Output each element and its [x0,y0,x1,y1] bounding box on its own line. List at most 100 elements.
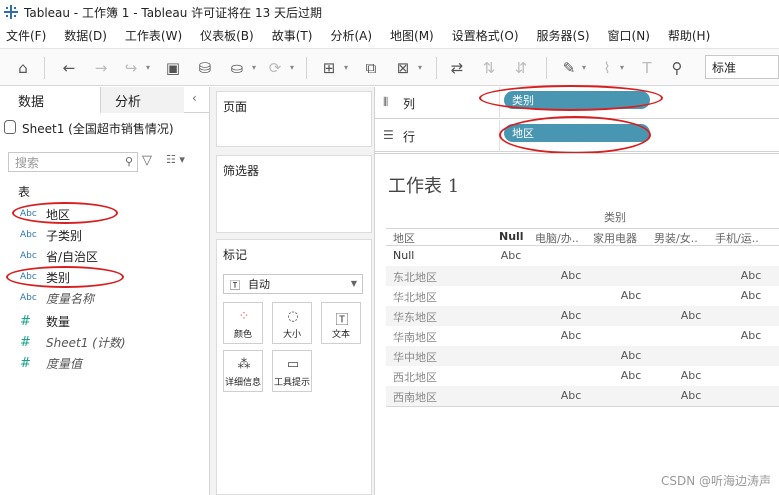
table-cell: Abc [740,289,762,302]
filters-title: 筛选器 [223,164,260,178]
table-row[interactable]: 华东地区 Abc Abc [386,306,779,326]
row-label: Null [393,249,415,262]
datasource[interactable]: Sheet1 (全国超市销售情况) [4,120,174,137]
table-row[interactable]: 西北地区 Abc Abc [386,366,779,386]
clear-sheet-icon[interactable]: ⊠ [392,57,414,79]
pin-icon[interactable]: ⚲ [666,57,688,79]
rows-shelf[interactable]: ☰ 行 地区 [375,116,779,154]
menu-worksheet[interactable]: 工作表(W) [125,27,182,44]
sort-ascending-icon[interactable]: ⇅ [478,57,500,79]
field-sheet-count[interactable]: # Sheet1 (计数) [20,333,126,351]
duplicate-icon[interactable]: ⧉ [360,57,382,79]
size-label: 大小 [282,330,301,340]
label-icon[interactable]: T [636,57,658,79]
field-subcategory[interactable]: Abc 子类别 [20,226,82,244]
detail-button[interactable]: ⁂ 详细信息 [223,350,263,392]
tooltip-button[interactable]: ▭ 工具提示 [272,350,312,392]
table-row[interactable]: 华南地区 Abc Abc [386,326,779,346]
worksheet-view: 工作表 1 类别 地区 Null 电脑/办.. 家用电器 男装/女.. 手机/运… [375,153,779,495]
watermark: CSDN @听海边涛声 [660,474,771,488]
tab-data[interactable]: 数据 [0,87,100,113]
list-view-icon[interactable]: ☷ ▾ [166,153,185,166]
tooltip-label: 工具提示 [273,378,310,388]
save-icon[interactable]: ▣ [162,57,184,79]
pause-updates-icon[interactable]: ⛀ [226,57,248,79]
columns-icon: ⦀ [383,95,389,109]
menu-format[interactable]: 设置格式(O) [452,27,519,44]
color-label: 颜色 [233,330,252,340]
table-row[interactable]: 东北地区 Abc Abc [386,266,779,286]
refresh-icon[interactable]: ⟳ [264,57,286,79]
text-button[interactable]: 🅃 文本 [321,302,361,344]
rows-label: 行 [403,130,416,144]
detail-label: 详细信息 [224,378,261,388]
home-icon[interactable]: ⌂ [12,57,34,79]
search-input[interactable]: 搜索 ⚲ [8,152,138,172]
color-button[interactable]: ⁘ 颜色 [223,302,263,344]
menu-file[interactable]: 文件(F) [6,27,46,44]
shelves-pane: 页面 筛选器 标记 🅃 自动 ▼ ⁘ 颜色 ◌ 大小 🅃 文本 ⁂ 详细信息 ▭… [210,87,375,495]
database-icon [4,120,16,134]
field-label: 省/自治区 [46,249,99,264]
forward-icon[interactable]: → [90,57,112,79]
menu-help[interactable]: 帮助(H) [668,27,710,44]
annotation-circle [12,202,118,224]
field-measure-values[interactable]: # 度量值 [20,354,82,372]
column-header: Null [499,230,524,243]
row-label: 华南地区 [393,331,437,344]
menu-dashboard[interactable]: 仪表板(B) [200,27,254,44]
tableau-logo-icon [4,5,18,19]
row-label: 西北地区 [393,371,437,384]
menu-window[interactable]: 窗口(N) [608,27,650,44]
rows-icon: ☰ [383,128,394,142]
search-icon: ⚲ [124,155,133,168]
menu-server[interactable]: 服务器(S) [537,27,590,44]
menu-bar: 文件(F) 数据(D) 工作表(W) 仪表板(B) 故事(T) 分析(A) 地图… [0,24,779,46]
annotation-circle [479,85,663,111]
size-button[interactable]: ◌ 大小 [272,302,312,344]
window-title: Tableau - 工作簿 1 - Tableau 许可证将在 13 天后过期 [24,5,323,20]
column-header: 电脑/办.. [535,232,579,245]
columns-shelf[interactable]: ⦀ 列 类别 [375,85,779,119]
column-group-header: 类别 [604,211,626,224]
menu-analysis[interactable]: 分析(A) [330,27,372,44]
toolbar: ⌂ ← → ↪ ▾ ▣ ⛁ ⛀ ▾ ⟳ ▾ ⊞ ▾ ⧉ ⊠ ▾ ⇄ ⇅ ⇵ ✎ … [0,48,779,86]
highlight-icon[interactable]: ✎ [558,57,580,79]
row-label: 东北地区 [393,271,437,284]
group-icon[interactable]: ⌇ [596,57,618,79]
tab-analysis[interactable]: 分析 [100,87,184,113]
swap-icon[interactable]: ⇄ [446,57,468,79]
mark-type-select[interactable]: 🅃 自动 ▼ [223,274,363,294]
table-row[interactable]: 华中地区 Abc [386,346,779,366]
table-cell: Abc [680,309,702,322]
new-datasource-icon[interactable]: ⛁ [194,57,216,79]
field-label: Sheet1 (计数) [46,335,126,350]
table-cell: Abc [740,269,762,282]
filter-icon[interactable]: ▽ [142,153,152,168]
table-row[interactable]: Null Abc [386,246,779,266]
menu-story[interactable]: 故事(T) [272,27,313,44]
sort-descending-icon[interactable]: ⇵ [510,57,532,79]
table-cell: Abc [680,369,702,382]
filters-card[interactable]: 筛选器 [216,155,372,233]
menu-data[interactable]: 数据(D) [64,27,107,44]
chevron-down-icon: ▼ [350,279,357,288]
table-row[interactable]: 西南地区 Abc Abc [386,386,779,406]
back-icon[interactable]: ← [58,57,80,79]
collapse-icon[interactable]: ‹ [192,91,197,105]
title-bar: Tableau - 工作簿 1 - Tableau 许可证将在 13 天后过期 [0,0,779,24]
marks-card: 标记 🅃 自动 ▼ ⁘ 颜色 ◌ 大小 🅃 文本 ⁂ 详细信息 ▭ 工具提示 [216,239,372,495]
redo-icon[interactable]: ↪ [120,57,142,79]
table-cell: Abc [560,389,582,402]
table-row[interactable]: 华北地区 Abc Abc [386,286,779,306]
fit-select[interactable]: 标准 [705,55,779,79]
field-province[interactable]: Abc 省/自治区 [20,247,98,265]
row-label: 华北地区 [393,291,437,304]
pages-card[interactable]: 页面 [216,91,372,147]
worksheet-title[interactable]: 工作表 1 [388,172,459,198]
datasource-label: Sheet1 (全国超市销售情况) [22,122,174,136]
new-worksheet-icon[interactable]: ⊞ [318,57,340,79]
field-measure-names[interactable]: Abc 度量名称 [20,289,94,307]
menu-map[interactable]: 地图(M) [390,27,434,44]
field-quantity[interactable]: # 数量 [20,312,70,330]
